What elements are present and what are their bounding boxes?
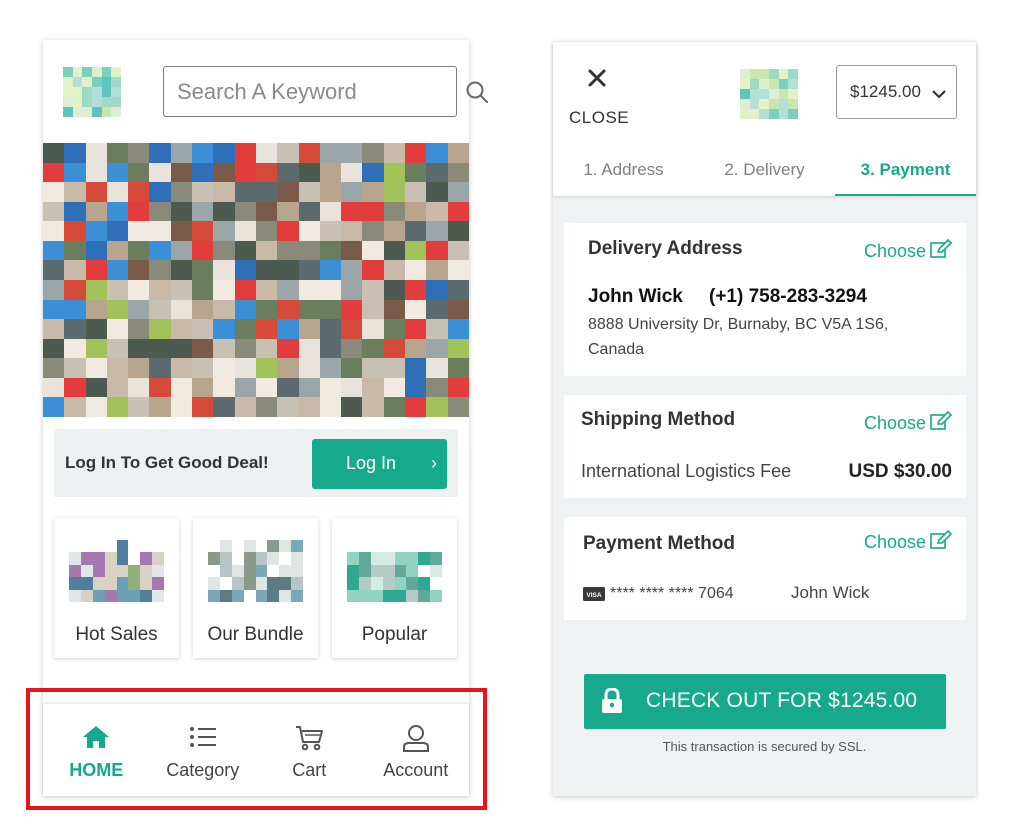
lock-icon xyxy=(600,687,624,717)
close-icon xyxy=(587,68,607,93)
close-label: CLOSE xyxy=(569,108,630,127)
close-button[interactable]: CLOSE xyxy=(569,64,629,130)
hot-sales-image xyxy=(69,540,164,602)
search-input[interactable] xyxy=(164,67,465,116)
visa-card-icon: VISA xyxy=(583,587,605,606)
card-number: **** **** **** 7064 xyxy=(610,585,734,602)
shipping-method-card: Shipping Method Choose International Log… xyxy=(564,395,966,498)
delivery-address-card: Delivery Address Choose John Wick (+1) 7… xyxy=(564,223,966,376)
chevron-right-icon: › xyxy=(431,453,437,473)
login-button-label: Log In xyxy=(346,453,397,473)
tab-payment[interactable]: 3. Payment xyxy=(835,146,976,196)
category-label: Hot Sales xyxy=(75,624,158,645)
highlight-annotation-box xyxy=(26,688,487,810)
svg-text:VISA: VISA xyxy=(586,592,601,599)
tab-address[interactable]: 1. Address xyxy=(553,146,694,196)
search-icon[interactable] xyxy=(465,80,489,104)
recipient-address: 8888 University Dr, Burnaby, BC V5A 1S6,… xyxy=(588,316,889,358)
home-screen: Log In To Get Good Deal! Log In › Hot Sa… xyxy=(43,40,488,796)
shipping-fee: USD $30.00 xyxy=(848,461,952,482)
our-bundle-image xyxy=(208,540,303,602)
choose-label: Choose xyxy=(863,532,926,552)
choose-payment-link[interactable]: Choose xyxy=(863,529,953,555)
tab-delivery[interactable]: 2. Delivery xyxy=(694,146,835,196)
category-card-popular[interactable]: Popular xyxy=(332,518,457,658)
search-bar[interactable] xyxy=(163,66,488,117)
recipient-phone: (+1) 758-283-3294 xyxy=(709,286,867,307)
category-label: Popular xyxy=(361,624,428,645)
payment-method-title: Payment Method xyxy=(583,533,736,554)
popular-image xyxy=(347,540,442,602)
edit-icon xyxy=(930,410,953,436)
payment-method-card: Payment Method Choose VISA **** **** ***… xyxy=(564,517,966,620)
checkout-button[interactable]: CHECK OUT FOR $1245.00 xyxy=(584,674,946,729)
checkout-screen: CLOSE $1245.00 1. Address 2. Delivery 3.… xyxy=(553,42,976,796)
checkout-steps: 1. Address 2. Delivery 3. Payment xyxy=(553,146,976,196)
chevron-down-icon xyxy=(932,86,946,104)
category-label: Our Bundle xyxy=(207,624,304,645)
shipping-method-title: Shipping Method xyxy=(581,409,736,430)
recipient-name: John Wick xyxy=(588,286,683,307)
ssl-security-note: This transaction is secured by SSL. xyxy=(662,739,867,754)
price-dropdown[interactable]: $1245.00 xyxy=(836,65,957,119)
brand-logo[interactable] xyxy=(63,67,121,117)
login-promo-text: Log In To Get Good Deal! xyxy=(65,453,269,472)
shipping-method-name: International Logistics Fee xyxy=(581,461,792,481)
card-holder-name: John Wick xyxy=(791,583,870,602)
delivery-address-title: Delivery Address xyxy=(588,238,743,259)
promo-banner[interactable] xyxy=(43,143,469,417)
checkout-button-label: CHECK OUT FOR $1245.00 xyxy=(646,689,918,712)
price-value: $1245.00 xyxy=(850,82,921,101)
choose-shipping-link[interactable]: Choose xyxy=(863,410,953,436)
category-card-hot-sales[interactable]: Hot Sales xyxy=(54,518,179,658)
edit-icon xyxy=(930,529,953,555)
login-promo-bar: Log In To Get Good Deal! Log In › xyxy=(54,429,458,497)
choose-address-link[interactable]: Choose xyxy=(863,238,953,264)
brand-logo[interactable] xyxy=(740,69,798,119)
category-card-our-bundle[interactable]: Our Bundle xyxy=(193,518,318,658)
choose-label: Choose xyxy=(863,241,926,261)
login-button[interactable]: Log In › xyxy=(312,439,447,489)
checkout-header: CLOSE $1245.00 1. Address 2. Delivery 3.… xyxy=(553,42,976,196)
edit-icon xyxy=(930,238,953,264)
choose-label: Choose xyxy=(863,413,926,433)
